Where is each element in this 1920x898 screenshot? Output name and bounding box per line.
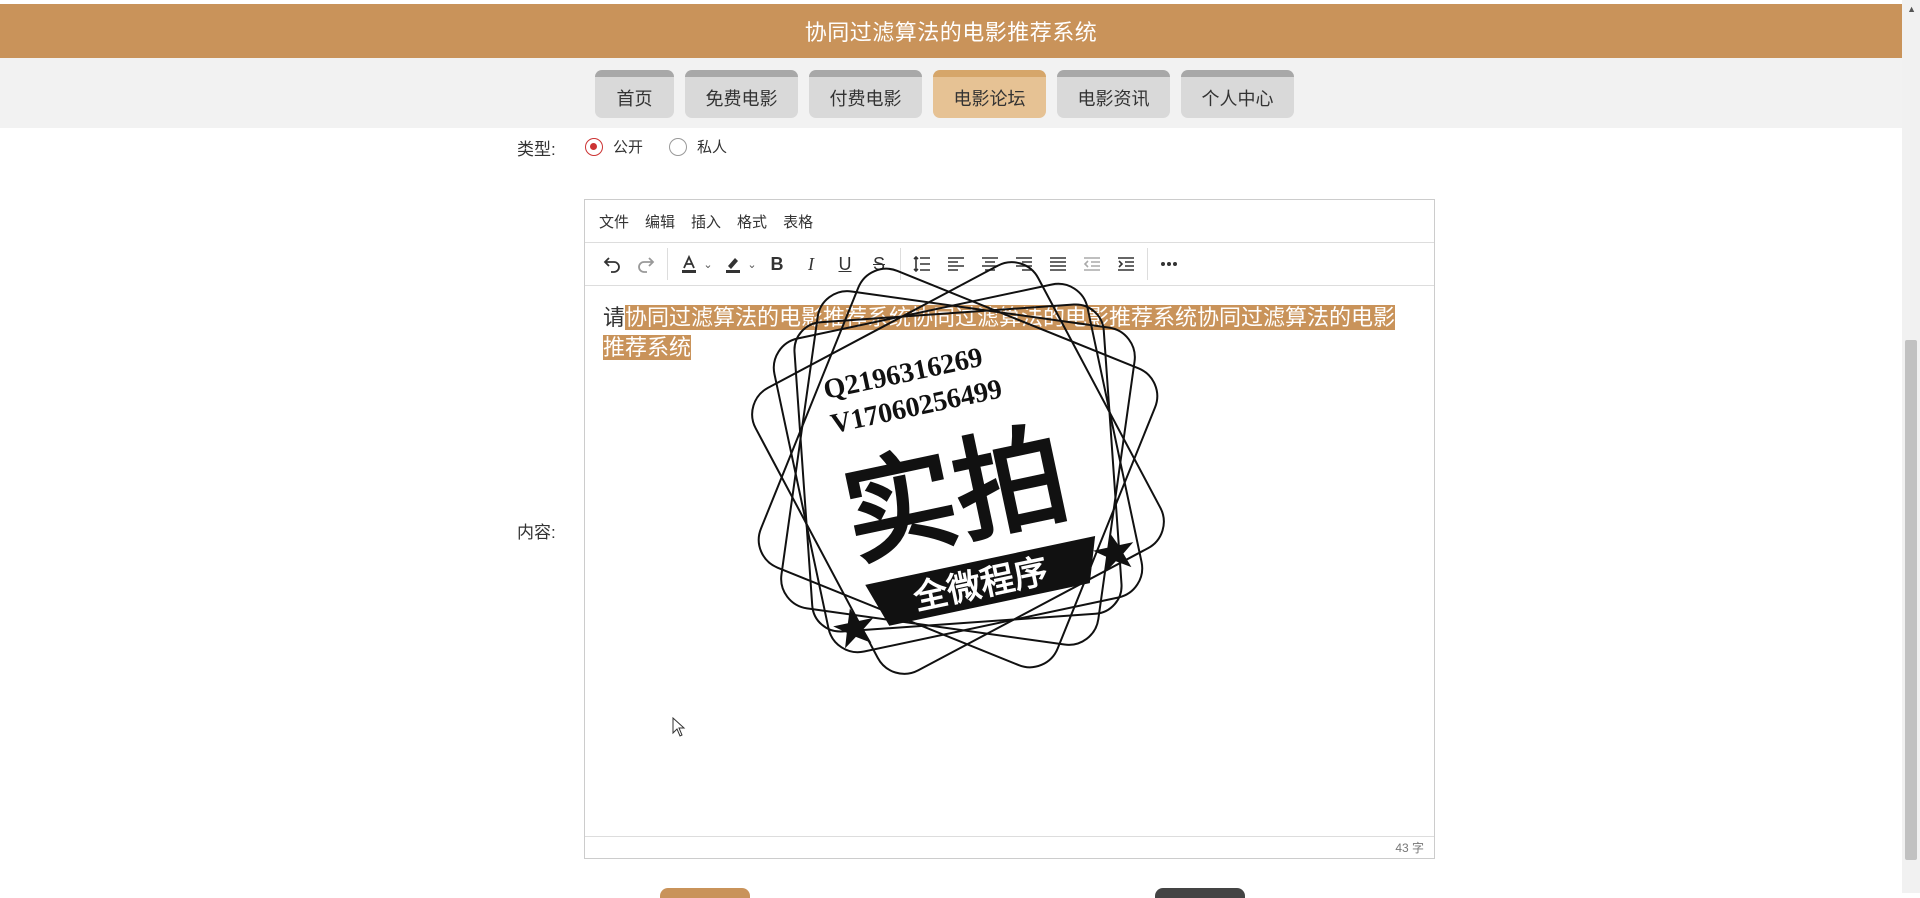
menu-edit[interactable]: 编辑 (645, 211, 675, 232)
app-header: 协同过滤算法的电影推荐系统 (0, 4, 1902, 58)
redo-icon (638, 257, 655, 273)
type-radio-group: 公开 私人 (585, 136, 753, 157)
main-nav: 首页 免费电影 付费电影 电影论坛 电影资讯 个人中心 (595, 70, 1294, 118)
nav-paid-movies[interactable]: 付费电影 (809, 70, 922, 118)
text-color-dropdown-icon[interactable]: ⌄ (700, 258, 716, 271)
undo-button[interactable] (595, 247, 629, 281)
radio-public-indicator[interactable] (585, 137, 603, 156)
word-count: 43 字 (1395, 841, 1424, 855)
scroll-up-arrow-icon[interactable]: ▲ (1907, 4, 1916, 14)
toolbar-separator (667, 248, 668, 280)
text-color-icon (682, 254, 696, 273)
menu-table[interactable]: 表格 (783, 211, 813, 232)
radio-private[interactable]: 私人 (669, 136, 727, 157)
content-label: 内容: (517, 523, 556, 542)
editor-statusbar: 43 字 (585, 836, 1434, 858)
nav-free-movies[interactable]: 免费电影 (685, 70, 798, 118)
type-label: 类型: (517, 140, 556, 159)
radio-public-label: 公开 (613, 139, 644, 156)
app-title: 协同过滤算法的电影推荐系统 (804, 20, 1098, 45)
watermark-stamp: Q2196316269 V17060256499 实拍 全微程序 (751, 261, 1165, 675)
nav-home[interactable]: 首页 (595, 70, 674, 118)
navbar: 首页 免费电影 付费电影 电影论坛 电影资讯 个人中心 (0, 58, 1902, 128)
mouse-cursor-icon (672, 717, 686, 737)
highlighter-icon (726, 258, 740, 273)
nav-movie-news[interactable]: 电影资讯 (1057, 70, 1170, 118)
reset-button[interactable] (1155, 888, 1245, 898)
redo-button[interactable] (629, 247, 663, 281)
editor-menubar: 文件 编辑 插入 格式 表格 (585, 200, 1434, 243)
undo-icon (603, 257, 620, 273)
content-prefix-text: 请 (603, 305, 626, 330)
menu-insert[interactable]: 插入 (691, 211, 721, 232)
radio-private-indicator[interactable] (669, 137, 688, 156)
radio-public[interactable]: 公开 (585, 136, 643, 157)
nav-personal-center[interactable]: 个人中心 (1181, 70, 1294, 118)
scrollbar-thumb[interactable] (1905, 340, 1917, 860)
star-icon (1093, 532, 1134, 573)
page-scrollbar[interactable]: ▲ (1902, 0, 1920, 893)
menu-file[interactable]: 文件 (599, 211, 629, 232)
submit-button[interactable] (660, 888, 750, 898)
nav-movie-forum[interactable]: 电影论坛 (933, 70, 1046, 118)
radio-private-label: 私人 (697, 139, 728, 156)
menu-format[interactable]: 格式 (737, 211, 767, 232)
